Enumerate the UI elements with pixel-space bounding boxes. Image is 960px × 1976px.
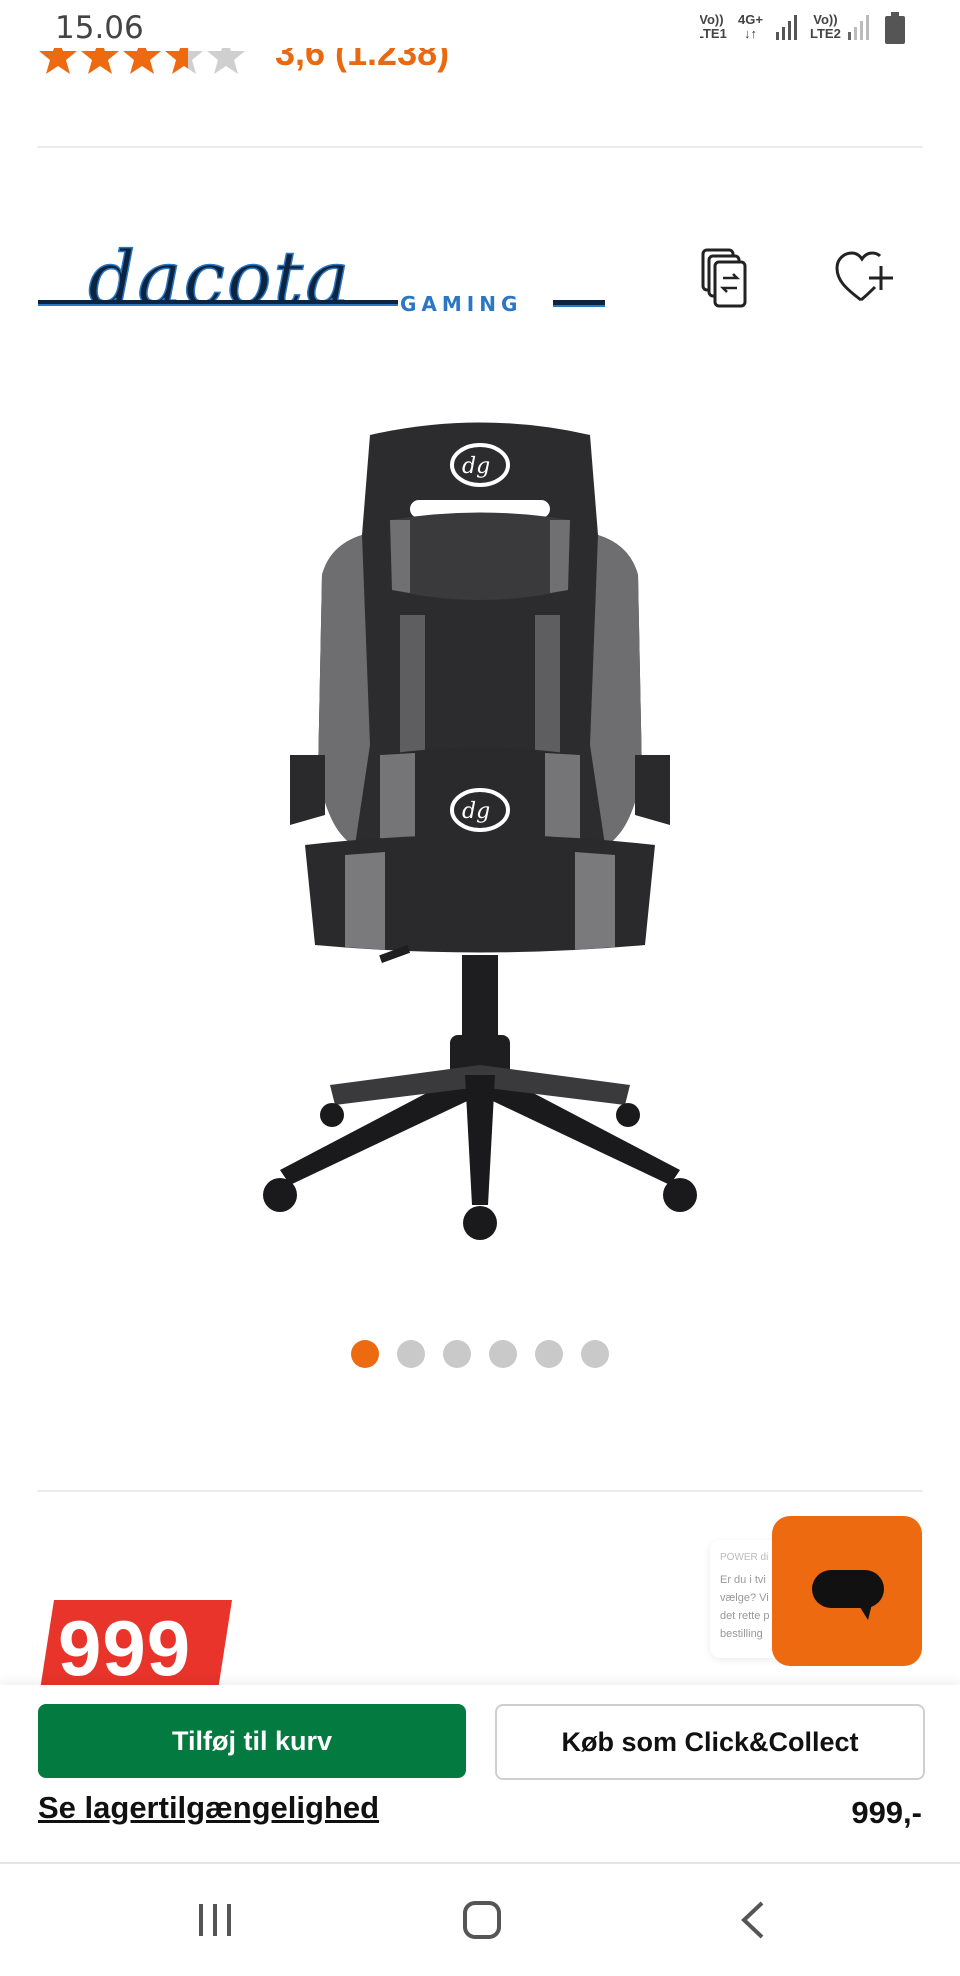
divider [37, 146, 923, 148]
compare-button[interactable] [695, 248, 759, 312]
status-time-overlay: 15.06 [55, 10, 144, 46]
gaming-chair-image: dg dg [263, 422, 697, 1240]
svg-text:dg: dg [462, 799, 490, 824]
home-icon[interactable] [462, 1900, 502, 1940]
network-indicator: 4G+ ↓↑ [738, 12, 763, 41]
click-collect-button[interactable]: Køb som Click&Collect [495, 1704, 925, 1780]
gallery-pagination [0, 1340, 960, 1373]
bottom-price: 999,- [851, 1795, 922, 1830]
rating-stars[interactable] [38, 38, 248, 82]
gallery-dot[interactable] [397, 1340, 425, 1368]
svg-text:dg: dg [462, 454, 490, 479]
sim1-indicator: Vo)) LTE1 [696, 12, 727, 41]
heart-plus-icon [835, 251, 893, 302]
gallery-dot[interactable] [535, 1340, 563, 1368]
brand-logo[interactable]: dacota GAMING [38, 235, 608, 323]
gallery-dot[interactable] [581, 1340, 609, 1368]
price-badge-text: 999 [58, 1604, 192, 1692]
battery-icon [885, 12, 905, 44]
dacota-gaming-logo: dacota GAMING [38, 235, 605, 323]
back-icon[interactable] [738, 1900, 768, 1940]
gallery-dot[interactable] [489, 1340, 517, 1368]
divider [37, 1490, 923, 1492]
chat-button[interactable] [772, 1516, 922, 1666]
logo-sub: GAMING [400, 292, 522, 316]
add-to-cart-button[interactable]: Tilføj til kurv [38, 1704, 466, 1778]
sim2-indicator: Vo)) LTE2 [810, 12, 841, 41]
stock-availability-link[interactable]: Se lagertilgængelighed [38, 1790, 379, 1826]
signal-weak-icon [848, 15, 869, 40]
star-rating-icon [39, 38, 245, 74]
gallery-dot[interactable] [443, 1340, 471, 1368]
wishlist-button[interactable] [835, 250, 899, 314]
gallery-dot[interactable] [351, 1340, 379, 1368]
signal-icon [776, 15, 797, 40]
system-nav-bar [0, 1862, 960, 1976]
chat-bubble-icon [812, 1570, 884, 1620]
compare-icon [701, 248, 747, 308]
recent-apps-icon[interactable] [195, 1900, 235, 1940]
product-image[interactable]: dg dg [250, 415, 710, 1245]
